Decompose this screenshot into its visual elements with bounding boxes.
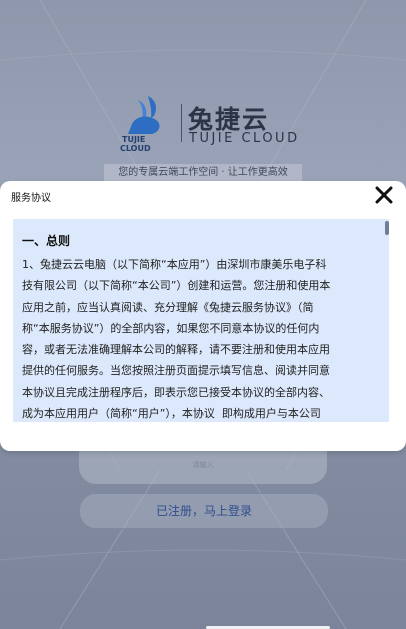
logo-divider — [181, 104, 182, 142]
dialog-title: 服务协议 — [11, 193, 51, 204]
input-placeholder: 请输入 — [192, 461, 214, 469]
svg-text:CLOUD: CLOUD — [120, 144, 151, 152]
brand-name-en: TUJIE CLOUD — [189, 131, 300, 146]
login-button[interactable]: 已注册，马上登录 — [79, 493, 329, 529]
input-field[interactable]: 请输入 — [79, 451, 327, 484]
app-logo: TUJIE CLOUD 兔捷云 TUJIE CLOUD — [118, 94, 297, 154]
rabbit-logo-icon: TUJIE CLOUD — [118, 94, 180, 153]
slogan: 您的专属云端工作空间 · 让工作更高效 — [104, 164, 302, 182]
agreement-content[interactable]: 一、总则 1、兔捷云云电脑（以下简称“本应用”）由深圳市康美乐电子科 技有限公司… — [13, 219, 389, 422]
section-title: 一、总则 — [22, 234, 71, 248]
service-agreement-dialog: 服务协议 一、总则 1、兔捷云云电脑（以下简称“本应用”）由深圳市康美乐电子科 … — [0, 181, 406, 451]
svg-text:TUJIE: TUJIE — [122, 135, 145, 144]
close-icon[interactable] — [374, 185, 394, 205]
scrollbar[interactable] — [385, 221, 389, 235]
agreement-text: 1、兔捷云云电脑（以下简称“本应用”）由深圳市康美乐电子科 技有限公司（以下简称… — [22, 258, 331, 421]
